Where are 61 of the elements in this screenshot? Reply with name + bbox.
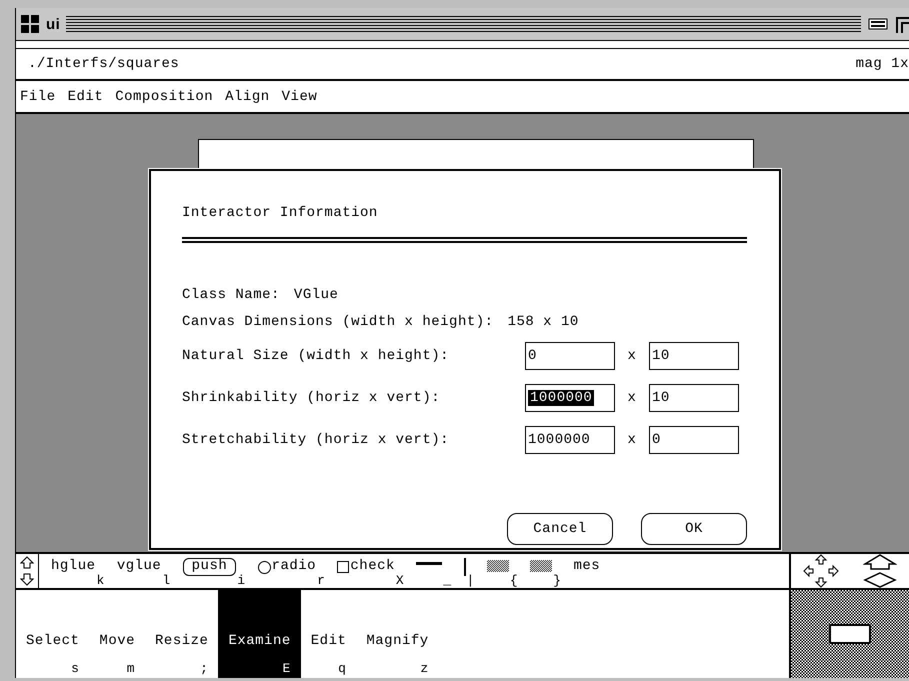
menu-item[interactable]: File [19,86,57,106]
mode-tab[interactable]: Magnify z [356,590,439,678]
input-field[interactable]: 1000000 [525,426,615,454]
shortcut-key: | [466,573,475,588]
viewport-rect[interactable] [829,624,871,644]
mode-tab[interactable]: Edit q [300,590,356,678]
file-path: ./Interfs/squares [28,56,180,72]
field-label: Shrinkability (horiz x vert): [182,390,442,406]
input-field[interactable]: 0 [525,342,615,370]
input-field[interactable]: 1000000 [525,384,615,412]
palette-label[interactable]: hglue [51,558,96,574]
resize-corner-icon[interactable] [895,14,909,34]
scroller-icon[interactable] [530,560,552,572]
palette-label[interactable]: radio [272,558,316,574]
menu-item[interactable]: Align [224,86,271,106]
times-sign: x [626,348,638,364]
push-button-sample[interactable]: push [182,558,236,576]
shortcut-key: _ [443,573,452,588]
mode-tab[interactable]: Move m [89,590,146,678]
info-value: 158 x 10 [508,314,579,330]
panner-view[interactable] [791,590,909,678]
menu-item[interactable]: Edit [66,86,104,106]
radio-icon [258,561,271,574]
shortcut-key: X [396,573,404,588]
input-field[interactable]: 10 [649,384,739,412]
arrow-down-icon[interactable] [20,573,34,586]
shortcut-key: l [162,573,171,588]
shortcut-key: } [553,573,562,588]
magnification-label: mag 1x [856,56,909,72]
menu-item[interactable]: View [280,86,318,106]
palette-label[interactable]: mes [573,558,600,574]
dialog-button[interactable]: OK [641,513,747,545]
info-value: VGlue [294,286,338,302]
palette-label[interactable]: vglue [116,558,162,574]
shortcut-key: i [237,573,246,588]
times-sign: x [626,390,638,406]
arrow-up-icon[interactable] [20,556,34,569]
input-field[interactable]: 0 [649,426,739,454]
dialog-button[interactable]: Cancel [507,513,613,545]
scroller-icon[interactable] [486,560,509,572]
info-label: Class Name: [182,286,280,302]
window-title: ui [46,16,60,32]
mode-tab[interactable]: Examine E [218,590,301,678]
times-sign: x [626,432,638,448]
info-label: Canvas Dimensions (width x height): [182,314,494,330]
vertical-bar-icon[interactable] [464,558,466,576]
field-label: Stretchability (horiz x vert): [182,432,450,448]
field-label: Natural Size (width x height): [182,348,450,364]
shortcut-key: r [317,573,326,588]
zoom-buttons-icon[interactable] [863,554,897,588]
checkbox-icon [337,561,350,573]
window-menu-icon[interactable] [20,14,40,34]
shortcut-key: { [510,573,518,588]
palette-label[interactable]: check [350,558,395,574]
dialog-title: Interactor Information [182,205,378,221]
mode-tab[interactable]: Select s [16,590,90,678]
shortcut-key: k [96,573,105,588]
menu-item[interactable]: Composition [114,86,214,106]
mode-tab[interactable]: Resize ; [145,590,218,678]
pan-arrows-icon[interactable] [803,554,839,588]
input-field[interactable]: 10 [649,342,739,370]
